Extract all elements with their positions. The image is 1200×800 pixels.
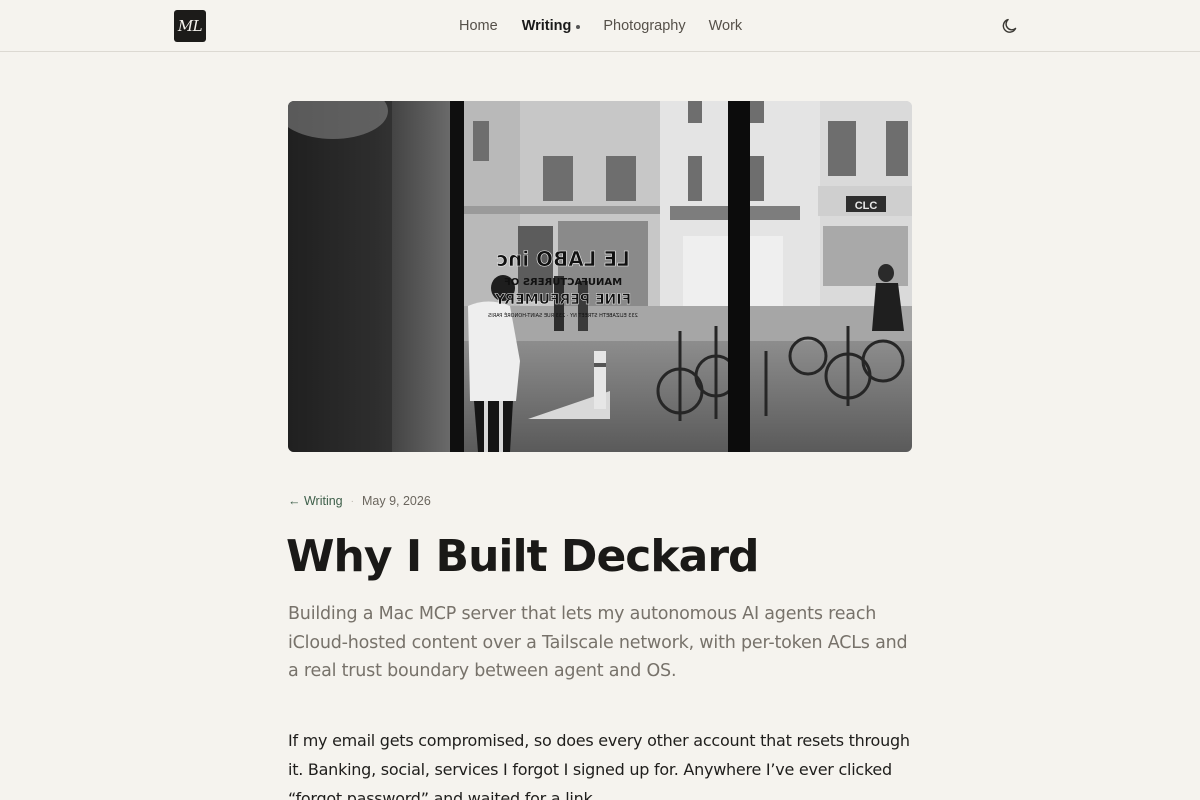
shop-sign-text: CLC bbox=[855, 200, 878, 212]
moon-icon bbox=[1002, 18, 1017, 33]
storefront-lettering-small: 233 ELIZABETH STREET NY · 233 RUE SAINT-… bbox=[488, 311, 638, 319]
main-nav: Home Writing Photography Work bbox=[459, 0, 742, 52]
post-subtitle: Building a Mac MCP server that lets my a… bbox=[288, 604, 908, 681]
meta-separator: · bbox=[350, 495, 354, 507]
nav-item-home[interactable]: Home bbox=[459, 18, 498, 34]
nav-item-writing-label: Writing bbox=[521, 18, 572, 34]
nav-item-photography[interactable]: Photography bbox=[603, 18, 685, 34]
post-body-paragraph: If my email gets compromised, so does ev… bbox=[288, 731, 910, 800]
back-to-writing-link[interactable]: ← Writing bbox=[288, 494, 343, 508]
storefront-lettering-line2: MANUFACTURERS OF bbox=[504, 277, 622, 288]
hero-photo: CLC LE LABO inc MANUFACTURERS OF FINE PE… bbox=[288, 101, 912, 452]
storefront-lettering-line1: LE LABO inc bbox=[496, 247, 630, 271]
post-date: May 9, 2026 bbox=[361, 494, 431, 508]
theme-toggle-button[interactable] bbox=[1000, 16, 1020, 36]
storefront-lettering-line3: FINE PERFUMERY bbox=[494, 292, 631, 308]
nav-item-work[interactable]: Work bbox=[709, 18, 743, 34]
post-title: Why I Built Deckard bbox=[286, 531, 760, 582]
site-header: ML Home Writing Photography Work bbox=[0, 0, 1200, 52]
post-meta: ← Writing · May 9, 2026 bbox=[288, 494, 431, 508]
active-indicator-dot bbox=[576, 24, 581, 29]
nav-item-writing[interactable]: Writing bbox=[522, 18, 581, 34]
street-photo-image: CLC LE LABO inc MANUFACTURERS OF FINE PE… bbox=[288, 101, 912, 452]
site-logo[interactable]: ML bbox=[174, 10, 206, 42]
